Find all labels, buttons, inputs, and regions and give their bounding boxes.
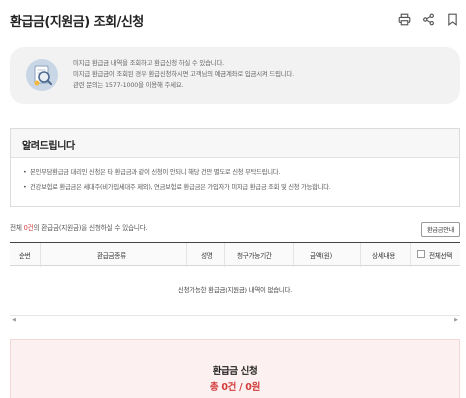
share-icon[interactable] bbox=[419, 10, 437, 28]
column-header: 청구가능기간 bbox=[237, 252, 272, 260]
scroll-right-icon[interactable]: ▶ bbox=[454, 317, 458, 323]
column-header: 성명 bbox=[201, 252, 213, 260]
column-header: 금액(원) bbox=[310, 252, 332, 260]
notice-item: • 본인부담환급금 대리인 신청은 타 환급금과 같이 신청이 안되니 해당 건만… bbox=[23, 169, 281, 176]
horizontal-scrollbar[interactable]: ◀ ▶ bbox=[10, 315, 460, 324]
column-header: 상세내용 bbox=[372, 252, 396, 260]
search-document-icon bbox=[26, 59, 58, 91]
column-header: 환급금종류 bbox=[97, 252, 126, 260]
empty-message: 신청가능한 환급금(지원금) 내역이 없습니다. bbox=[177, 286, 293, 294]
info-box: 미지급 환급금 내역을 조회하고 환급신청 하실 수 있습니다. 미지급 환급금… bbox=[10, 47, 460, 104]
refund-table: 순번 환급금종류 성명 청구가능기간 금액(원) 상세내용 전체선택 신청가능한… bbox=[10, 242, 460, 323]
info-line-3: 관련 문의는 1577-1000을 이용해 주세요. bbox=[73, 81, 184, 89]
notice-header bbox=[11, 129, 459, 158]
info-line-2: 미지급 환급금이 조회된 경우 환급신청하시면 고객님의 예금계좌로 입금시켜 … bbox=[73, 70, 294, 78]
apply-panel: 환급금 신청 총 0건 / 0원 bbox=[10, 339, 460, 398]
select-all-checkbox[interactable] bbox=[417, 250, 425, 258]
result-summary: 전체 0건의 환급금(지원금)을 신청하실 수 있습니다. bbox=[10, 224, 148, 232]
result-count: 0건 bbox=[23, 224, 34, 232]
bookmark-icon[interactable] bbox=[443, 10, 461, 28]
info-line-1: 미지급 환급금 내역을 조회하고 환급신청 하실 수 있습니다. bbox=[73, 59, 224, 67]
refund-guide-button[interactable]: 환급금안내 bbox=[421, 222, 460, 237]
notice-item: • 건강보험료 환급금은 세대주(비가입세대주 제외), 연금보험료 환급금은 가… bbox=[23, 184, 331, 191]
page-header: 환급금(지원금) 조회/신청 bbox=[0, 0, 466, 38]
apply-title: 환급금 신청 bbox=[212, 366, 258, 377]
apply-total: 총 0건 / 0원 bbox=[209, 382, 261, 393]
page-title: 환급금(지원금) 조회/신청 bbox=[10, 15, 144, 30]
print-icon[interactable] bbox=[395, 10, 413, 28]
notice-title: 알려드립니다 bbox=[22, 141, 75, 152]
table-header: 순번 환급금종류 성명 청구가능기간 금액(원) 상세내용 전체선택 bbox=[10, 242, 460, 267]
column-header: 전체선택 bbox=[429, 252, 453, 260]
scroll-left-icon[interactable]: ◀ bbox=[12, 317, 16, 323]
column-header: 순번 bbox=[19, 252, 31, 260]
notice-panel: 알려드립니다 • 본인부담환급금 대리인 신청은 타 환급금과 같이 신청이 안되… bbox=[10, 128, 460, 207]
